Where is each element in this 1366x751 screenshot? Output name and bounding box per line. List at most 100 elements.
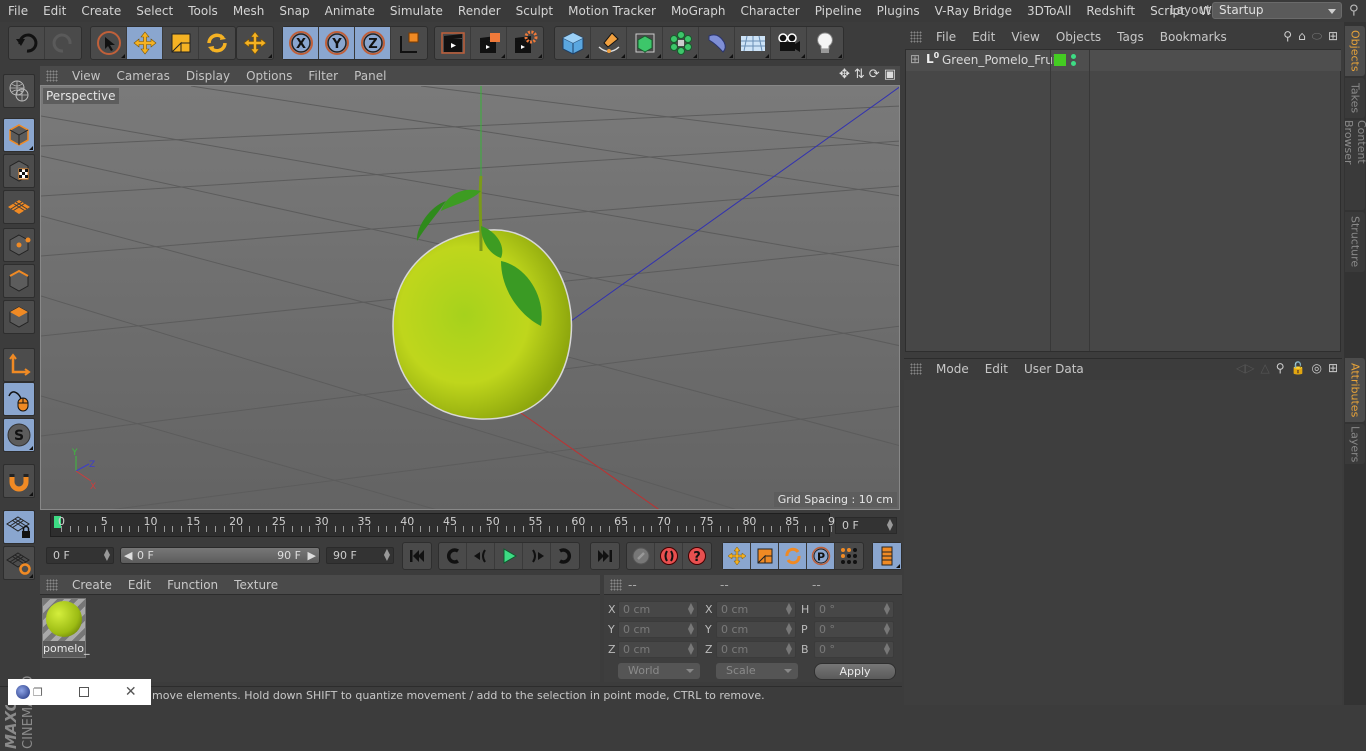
menu-simulate[interactable]: Simulate bbox=[382, 4, 450, 18]
tweak-mode-button[interactable] bbox=[3, 382, 35, 416]
pos-y-field[interactable]: 0 cm ▲ ▼ bbox=[618, 621, 698, 638]
current-frame-field[interactable]: 0 F ▲ ▼ bbox=[835, 517, 897, 534]
maximize-icon[interactable] bbox=[78, 687, 89, 697]
pan-icon[interactable]: ✥ bbox=[839, 67, 850, 82]
restore-icon[interactable]: ❐ bbox=[33, 686, 43, 699]
timeline-window-button[interactable] bbox=[873, 543, 901, 569]
tab-layers[interactable]: Layers bbox=[1345, 424, 1365, 464]
material-item[interactable]: pomelo_ bbox=[42, 598, 89, 658]
move-tool-button[interactable] bbox=[127, 27, 163, 59]
om-menu-file[interactable]: File bbox=[928, 30, 964, 44]
menu-mograph[interactable]: MoGraph bbox=[663, 4, 733, 18]
panel-grip-icon[interactable] bbox=[46, 69, 58, 82]
om-menu-bookmarks[interactable]: Bookmarks bbox=[1152, 30, 1235, 44]
model-mode-button[interactable] bbox=[3, 118, 35, 152]
menu-snap[interactable]: Snap bbox=[271, 4, 316, 18]
workplane-lock-button[interactable] bbox=[3, 510, 35, 544]
render-view-button[interactable] bbox=[435, 27, 471, 59]
key-parameter-button[interactable]: P bbox=[807, 543, 835, 569]
redo-button[interactable] bbox=[45, 27, 81, 59]
tab-content-browser[interactable]: Content Browser bbox=[1342, 120, 1366, 210]
panel-grip-icon[interactable] bbox=[910, 31, 922, 43]
menu-redshift[interactable]: Redshift bbox=[1078, 4, 1142, 18]
rotate-tool-button[interactable] bbox=[199, 27, 235, 59]
camera-label[interactable]: Perspective bbox=[43, 88, 119, 104]
size-z-field[interactable]: 0 cm ▲ ▼ bbox=[716, 641, 796, 658]
autokeying-button[interactable]: ? bbox=[683, 543, 711, 569]
render-to-picture-viewer-button[interactable] bbox=[471, 27, 507, 59]
target-icon[interactable]: ◎ bbox=[1311, 361, 1321, 375]
up-icon[interactable]: △ bbox=[1260, 361, 1269, 375]
home-icon[interactable]: ⌂ bbox=[1298, 29, 1306, 44]
object-row[interactable]: ⊞ L0 Green_Pomelo_Fruit bbox=[906, 50, 1341, 71]
expand-icon[interactable]: ⊞ bbox=[910, 52, 920, 66]
go-to-start-button[interactable] bbox=[403, 543, 431, 569]
rot-p-field[interactable]: 0 ° ▲ ▼ bbox=[814, 621, 894, 638]
make-editable-button[interactable] bbox=[3, 74, 35, 108]
column-divider[interactable] bbox=[1089, 50, 1090, 351]
size-mode-select[interactable]: Scale bbox=[716, 663, 798, 679]
menu-pipeline[interactable]: Pipeline bbox=[807, 4, 869, 18]
attr-menu-mode[interactable]: Mode bbox=[928, 362, 977, 376]
tab-objects[interactable]: Objects bbox=[1345, 26, 1365, 76]
apply-button[interactable]: Apply bbox=[814, 663, 896, 680]
cloner-button[interactable] bbox=[663, 27, 699, 59]
floor-button[interactable] bbox=[735, 27, 771, 59]
recent-tool-button[interactable] bbox=[237, 27, 273, 59]
om-menu-edit[interactable]: Edit bbox=[964, 30, 1003, 44]
record-active-objects-button[interactable] bbox=[655, 543, 683, 569]
cube-button[interactable] bbox=[555, 27, 591, 59]
search-icon[interactable]: ⚲ bbox=[1349, 3, 1359, 18]
material-menu-create[interactable]: Create bbox=[64, 578, 120, 592]
viewport-menu-display[interactable]: Display bbox=[178, 69, 238, 83]
menu-vray-bridge[interactable]: V-Ray Bridge bbox=[927, 4, 1019, 18]
timeline-ruler[interactable]: 051015202530354045505560657075808590 bbox=[50, 513, 842, 537]
rot-b-field[interactable]: 0 ° ▲ ▼ bbox=[814, 641, 894, 658]
rot-h-field[interactable]: 0 ° ▲ ▼ bbox=[814, 601, 894, 618]
viewport-menu-filter[interactable]: Filter bbox=[300, 69, 346, 83]
viewport-menu-options[interactable]: Options bbox=[238, 69, 300, 83]
panel-grip-icon[interactable] bbox=[910, 363, 922, 375]
lock-icon[interactable]: 🔓 bbox=[1291, 361, 1306, 375]
menu-sculpt[interactable]: Sculpt bbox=[508, 4, 560, 18]
editor-visibility-dot[interactable] bbox=[1071, 54, 1076, 59]
toggle-view-icon[interactable]: ▣ bbox=[884, 67, 896, 82]
material-menu-texture[interactable]: Texture bbox=[226, 578, 286, 592]
next-frame-button[interactable] bbox=[523, 543, 551, 569]
solo-mode-button[interactable]: S bbox=[3, 418, 35, 452]
point-mode-button[interactable] bbox=[3, 228, 35, 262]
axis-mode-button[interactable] bbox=[3, 348, 35, 382]
subdivision-surface-button[interactable] bbox=[627, 27, 663, 59]
z-axis-lock-button[interactable]: Z bbox=[355, 27, 391, 59]
material-menu-function[interactable]: Function bbox=[159, 578, 226, 592]
coordinate-system-button[interactable] bbox=[391, 27, 427, 59]
live-selection-button[interactable] bbox=[91, 27, 127, 59]
om-menu-tags[interactable]: Tags bbox=[1109, 30, 1152, 44]
size-x-field[interactable]: 0 cm ▲ ▼ bbox=[716, 601, 796, 618]
range-right-arrow-icon[interactable]: ▶ bbox=[308, 548, 316, 563]
menu-file[interactable]: File bbox=[0, 4, 35, 18]
snap-button[interactable] bbox=[3, 464, 35, 498]
camera-button[interactable] bbox=[771, 27, 807, 59]
y-axis-lock-button[interactable]: Y bbox=[319, 27, 355, 59]
menu-plugins[interactable]: Plugins bbox=[869, 4, 927, 18]
object-name[interactable]: Green_Pomelo_Fruit bbox=[942, 53, 1061, 67]
frame-range-slider[interactable]: ◀ 0 F 90 F ▶ bbox=[120, 547, 320, 564]
size-y-field[interactable]: 0 cm ▲ ▼ bbox=[716, 621, 796, 638]
render-settings-button[interactable] bbox=[507, 27, 543, 59]
next-keyframe-button[interactable] bbox=[551, 543, 579, 569]
layer-color-swatch[interactable] bbox=[1054, 54, 1066, 66]
pos-z-field[interactable]: 0 cm ▲ ▼ bbox=[618, 641, 698, 658]
end-frame-field[interactable]: 90 F ▲ ▼ bbox=[326, 547, 394, 564]
deformer-button[interactable] bbox=[699, 27, 735, 59]
om-menu-objects[interactable]: Objects bbox=[1048, 30, 1109, 44]
previous-frame-button[interactable] bbox=[467, 543, 495, 569]
key-scale-button[interactable] bbox=[751, 543, 779, 569]
search-icon[interactable]: ⚲ bbox=[1276, 361, 1285, 375]
attr-menu-edit[interactable]: Edit bbox=[977, 362, 1016, 376]
polygon-mode-button[interactable] bbox=[3, 300, 35, 334]
range-left-arrow-icon[interactable]: ◀ bbox=[124, 548, 132, 563]
menu-create[interactable]: Create bbox=[73, 4, 128, 18]
play-forward-button[interactable] bbox=[495, 543, 523, 569]
coordinate-mode-select[interactable]: World bbox=[618, 663, 700, 679]
